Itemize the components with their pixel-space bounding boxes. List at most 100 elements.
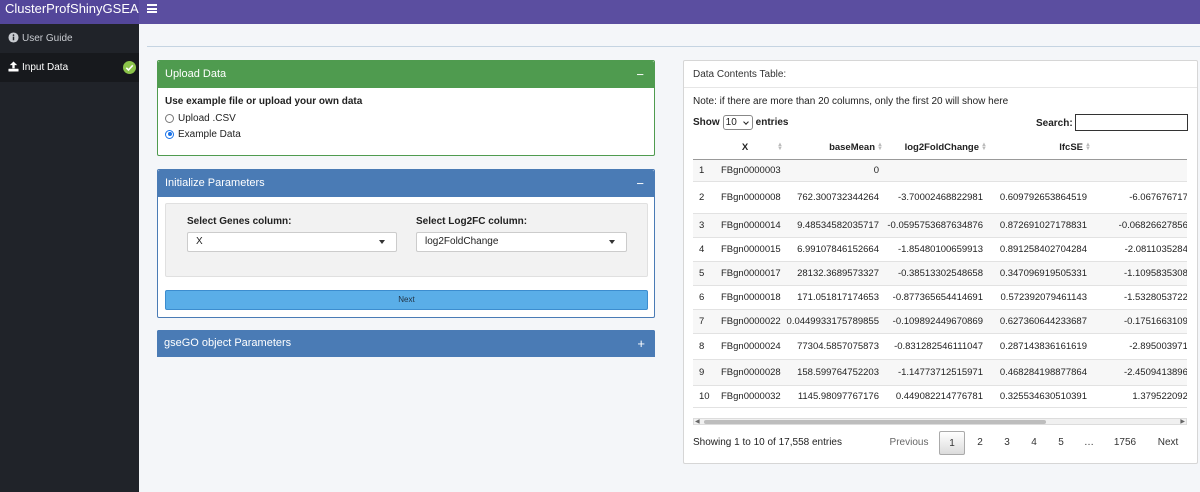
selected-value: X <box>196 236 203 247</box>
app-title: ClusterProfShinyGSEA <box>0 0 139 24</box>
table-row[interactable]: 5 FBgn0000017 28132.3689573327 -0.385133025… <box>693 261 1187 286</box>
table-cell: 4 <box>693 237 715 262</box>
scrollbar-thumb[interactable] <box>704 420 1046 424</box>
table-cell: 0.891258402704284 <box>987 237 1091 262</box>
table-cell: FBgn0000022 <box>715 309 783 334</box>
table-cell: FBgn0000017 <box>715 261 783 286</box>
table-cell: 2 <box>693 181 715 214</box>
page-button-1[interactable]: 1 <box>939 431 965 455</box>
table-row[interactable]: 10 FBgn0000032 1145.98097767176 0.449082214… <box>693 385 1187 408</box>
genes-column-select[interactable]: X <box>187 232 397 252</box>
table-cell: 0.0449933175789855 <box>783 309 883 334</box>
initialize-parameters-panel: Initialize Parameters − Select Genes col… <box>157 169 655 318</box>
sidebar-item-input-data[interactable]: Input Data <box>0 53 139 82</box>
table-cell: FBgn0000018 <box>715 285 783 310</box>
table-cell: 0.468284198877864 <box>987 359 1091 386</box>
table-cell: 77304.5857075873 <box>783 333 883 360</box>
upload-data-panel: Upload Data − Use example file or upload… <box>157 60 655 156</box>
table-cell <box>883 159 987 182</box>
table-cell: 9.48534582035717 <box>783 213 883 238</box>
page-length-select[interactable]: 10 <box>722 114 753 130</box>
table-cell: 6 <box>693 285 715 310</box>
table-cell: -0.38513302548658 <box>883 261 987 286</box>
page-button-5[interactable]: 5 <box>1049 431 1073 455</box>
page-button-3[interactable]: 3 <box>995 431 1019 455</box>
page-length-control: Show 10 entries <box>693 114 788 130</box>
table-cell: 6.99107846152664 <box>783 237 883 262</box>
radio-button[interactable] <box>165 129 174 139</box>
column-header-stat[interactable]: stat▲▼ <box>1091 137 1187 160</box>
radio-label: Upload .CSV <box>178 112 236 124</box>
column-header-log2foldchange[interactable]: log2FoldChange ▲ ▼ <box>883 137 987 160</box>
entries-label: entries <box>755 116 789 128</box>
column-header-label: baseMean <box>829 142 875 154</box>
table-row[interactable]: 7 FBgn0000022 0.0449933175789855 -0.1098924… <box>693 309 1187 334</box>
search-input[interactable] <box>1075 114 1188 131</box>
collapse-icon[interactable]: − <box>636 61 644 88</box>
column-header-x[interactable]: X ▲ ▼ <box>715 137 783 160</box>
sidebar-toggle-icon[interactable] <box>147 4 157 13</box>
upload-icon <box>8 61 19 72</box>
sort-icon[interactable]: ▲ ▼ <box>877 142 883 152</box>
table-cell: -6.0676767172926 <box>1091 181 1187 214</box>
selected-value: 10 <box>725 116 737 128</box>
table-cell: 3 <box>693 213 715 238</box>
sort-icon[interactable]: ▲ ▼ <box>981 142 987 152</box>
table-cell: 0.872691027178831 <box>987 213 1091 238</box>
table-row[interactable]: 9 FBgn0000028 158.599764752203 -1.147737125… <box>693 359 1187 386</box>
column-header-index[interactable] <box>693 137 715 160</box>
sort-icon[interactable]: ▲ ▼ <box>777 142 783 152</box>
data-table-scroll[interactable]: X▲▼baseMean▲▼log2FoldChange▲▼lfcSE▲▼stat… <box>693 137 1187 420</box>
previous-page-button[interactable]: Previous <box>884 431 934 455</box>
radio-upload-csv[interactable]: Upload .CSV <box>165 112 236 124</box>
table-row[interactable]: 6 FBgn0000018 171.051817174653 -0.877365654… <box>693 285 1187 310</box>
table-row[interactable]: 8 FBgn0000024 77304.5857075873 -0.831282546… <box>693 333 1187 360</box>
table-row[interactable]: 4 FBgn0000015 6.99107846152664 -1.854801006… <box>693 237 1187 262</box>
table-cell: FBgn0000024 <box>715 333 783 360</box>
data-contents-header: Data Contents Table: <box>684 61 1197 88</box>
radio-example-data[interactable]: Example Data <box>165 128 241 140</box>
table-cell: -2.8950039716094 <box>1091 333 1187 360</box>
table-cell: -0.068266278566056 <box>1091 213 1187 238</box>
table-cell: -3.70002468822981 <box>883 181 987 214</box>
table-cell: FBgn0000032 <box>715 385 783 408</box>
log2fc-column-select[interactable]: log2FoldChange <box>416 232 627 252</box>
genes-column-label: Select Genes column: <box>187 216 292 227</box>
table-cell: FBgn0000003 <box>715 159 783 182</box>
table-cell: FBgn0000015 <box>715 237 783 262</box>
sidebar-item-label: Input Data <box>22 62 69 73</box>
table-row[interactable]: 3 FBgn0000014 9.48534582035717 -0.059575368… <box>693 213 1187 238</box>
table-cell: 10 <box>693 385 715 408</box>
table-cell: 8 <box>693 333 715 360</box>
radio-button[interactable] <box>165 113 174 123</box>
table-cell: 0.627360644233687 <box>987 309 1091 334</box>
table-cell <box>987 159 1091 182</box>
column-limit-note: Note: if there are more than 20 columns,… <box>693 96 1009 107</box>
search-label: Search: <box>1036 118 1073 129</box>
expand-icon[interactable]: + <box>637 330 645 357</box>
sort-icon[interactable]: ▲ ▼ <box>1085 142 1091 152</box>
page-button-4[interactable]: 4 <box>1022 431 1046 455</box>
page-button-last[interactable]: 1756 <box>1108 431 1142 455</box>
sidebar-item-user-guide[interactable]: User Guide <box>0 24 139 53</box>
page-button-2[interactable]: 2 <box>968 431 992 455</box>
scroll-right-icon[interactable]: ▶ <box>1180 419 1185 425</box>
table-row[interactable]: 2 FBgn0000008 762.300732344264 -3.700024688… <box>693 181 1187 214</box>
table-cell: 1145.98097767176 <box>783 385 883 408</box>
next-button[interactable]: Next <box>165 290 648 310</box>
scroll-left-icon[interactable]: ◀ <box>695 419 700 425</box>
log2fc-column-label: Select Log2FC column: <box>416 216 528 227</box>
table-row[interactable]: 1 FBgn0000003 0 <box>693 159 1187 182</box>
column-header-lfcse[interactable]: lfcSE ▲ ▼ <box>987 137 1091 160</box>
column-header-basemean[interactable]: baseMean ▲ ▼ <box>783 137 883 160</box>
table-body: 1 FBgn0000003 0 2 FBgn0000008 762.30073234426… <box>693 159 1187 408</box>
horizontal-scrollbar[interactable]: ◀ ▶ <box>693 418 1187 425</box>
table-header-row: X▲▼baseMean▲▼log2FoldChange▲▼lfcSE▲▼stat… <box>693 137 1187 160</box>
panel-title: gseGO object Parameters <box>164 337 292 349</box>
column-header-label: log2FoldChange <box>904 142 979 154</box>
sidebar-item-label: User Guide <box>22 33 73 44</box>
gsego-parameters-panel[interactable]: gseGO object Parameters + <box>157 330 655 357</box>
next-page-button[interactable]: Next <box>1150 431 1186 455</box>
gsego-parameters-header[interactable]: gseGO object Parameters + <box>157 330 655 357</box>
collapse-icon[interactable]: − <box>636 170 644 197</box>
